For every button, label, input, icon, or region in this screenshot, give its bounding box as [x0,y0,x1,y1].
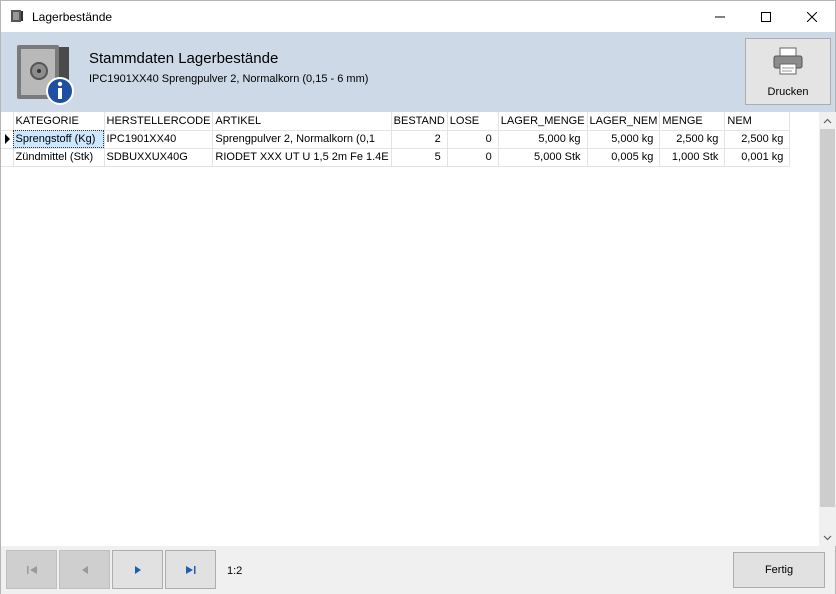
column-header-herstellercode[interactable]: HERSTELLERCODE [104,112,214,131]
row-header-corner [1,112,14,131]
cell-menge[interactable]: 2,500 kg [659,130,726,149]
header-title: Stammdaten Lagerbestände [89,50,279,67]
title-bar: Lagerbestände [1,1,835,32]
first-record-button[interactable] [6,550,57,589]
stock-table: KATEGORIE HERSTELLERCODE ARTIKEL BESTAND… [1,112,791,167]
cell-herstellercode[interactable]: IPC1901XX40 [104,130,214,149]
scroll-up-icon [823,118,832,123]
table-row[interactable]: Zündmittel (Stk) SDBUXXUX40G RIODET XXX … [1,148,791,167]
cell-lager-menge[interactable]: 5,000 Stk [498,148,588,167]
column-header-menge[interactable]: MENGE [659,112,726,131]
cell-lose[interactable]: 0 [447,130,499,149]
row-header[interactable] [1,148,14,167]
app-safe-icon [11,10,23,22]
column-header-lager-menge[interactable]: LAGER_MENGE [498,112,588,131]
scrollbar-thumb[interactable] [820,129,835,507]
cell-kategorie[interactable]: Sprengstoff (Kg) [13,130,105,149]
header-subtitle: IPC1901XX40 Sprengpulver 2, Normalkorn (… [89,73,369,85]
vertical-scrollbar[interactable] [819,112,836,546]
column-header-bestand[interactable]: BESTAND [391,112,448,131]
cell-nem[interactable]: 2,500 kg [724,130,791,149]
table-row[interactable]: Sprengstoff (Kg) IPC1901XX40 Sprengpulve… [1,130,791,149]
printer-icon [773,47,803,75]
print-button-label: Drucken [767,86,809,98]
previous-record-button[interactable] [59,550,110,589]
cell-artikel[interactable]: RIODET XXX UT U 1,5 2m Fe 1.4E [212,148,392,167]
close-icon [807,11,817,22]
cell-lager-menge[interactable]: 5,000 kg [498,130,588,149]
scroll-down-icon [823,535,832,540]
window-title: Lagerbestände [32,10,113,24]
cell-lager-nem[interactable]: 5,000 kg [587,130,661,149]
cell-herstellercode[interactable]: SDBUXXUX40G [104,148,214,167]
cell-lose[interactable]: 0 [447,148,499,167]
safe-info-icon [17,45,74,105]
done-button[interactable]: Fertig [733,552,825,588]
current-row-indicator[interactable] [1,130,14,149]
header-panel: Stammdaten Lagerbestände IPC1901XX40 Spr… [1,32,835,112]
footer-bar: 1:2 Fertig [1,546,835,594]
cell-kategorie[interactable]: Zündmittel (Stk) [13,148,105,167]
lagerbestaende-window: Lagerbestände Stammdaten Lagerbestände I… [0,0,836,594]
column-header-kategorie[interactable]: KATEGORIE [13,112,105,131]
minimize-icon [715,16,725,17]
grid-header-row: KATEGORIE HERSTELLERCODE ARTIKEL BESTAND… [1,112,791,131]
scroll-up-button[interactable] [819,112,836,129]
cell-nem[interactable]: 0,001 kg [724,148,791,167]
cell-bestand[interactable]: 2 [391,130,448,149]
previous-record-icon [81,565,88,574]
minimize-button[interactable] [697,1,743,32]
cell-menge[interactable]: 1,000 Stk [659,148,726,167]
print-button[interactable]: Drucken [745,38,831,105]
column-header-nem[interactable]: NEM [724,112,791,131]
column-header-lose[interactable]: LOSE [447,112,499,131]
last-record-icon [185,565,195,574]
maximize-button[interactable] [743,1,789,32]
first-record-icon [26,565,37,574]
next-record-icon [134,565,141,574]
close-button[interactable] [789,1,835,32]
cell-artikel[interactable]: Sprengpulver 2, Normalkorn (0,1 [212,130,392,149]
scroll-down-button[interactable] [819,529,836,546]
column-header-lager-nem[interactable]: LAGER_NEM [587,112,661,131]
next-record-button[interactable] [112,550,163,589]
record-position-label: 1:2 [227,565,243,577]
stock-grid: KATEGORIE HERSTELLERCODE ARTIKEL BESTAND… [1,112,819,546]
maximize-icon [761,11,771,22]
last-record-button[interactable] [165,550,216,589]
row-pointer-icon [5,134,10,144]
cell-lager-nem[interactable]: 0,005 kg [587,148,661,167]
column-header-artikel[interactable]: ARTIKEL [212,112,392,131]
cell-bestand[interactable]: 5 [391,148,448,167]
